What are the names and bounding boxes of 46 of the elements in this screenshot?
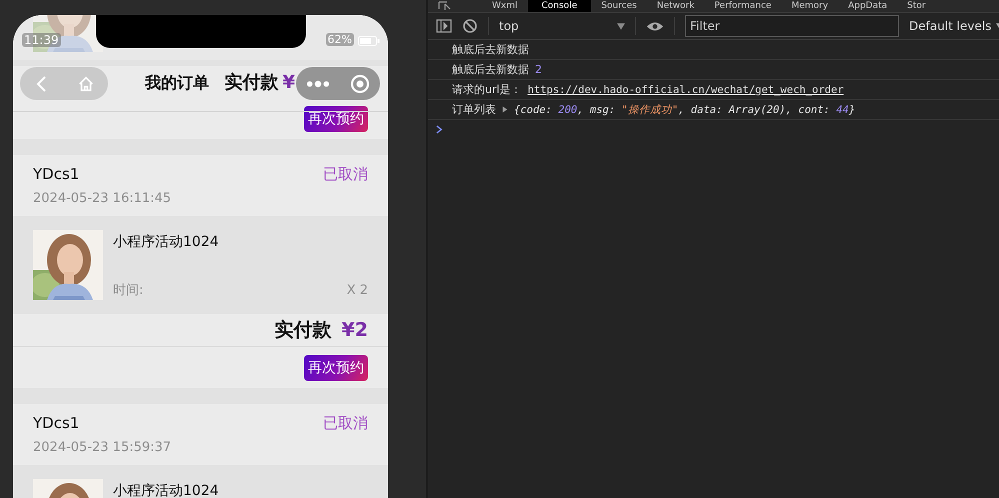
rebook-button[interactable]: 再次预约 bbox=[304, 354, 368, 380]
log-value: 2 bbox=[535, 63, 542, 76]
order-status: 已取消 bbox=[323, 164, 368, 184]
shop-name: YDcs1 bbox=[33, 413, 80, 433]
context-dropdown[interactable]: top bbox=[499, 19, 625, 33]
prompt-icon[interactable] bbox=[436, 124, 443, 134]
item-quantity: X 2 bbox=[346, 282, 368, 300]
rebook-button[interactable]: 再次预约 bbox=[304, 106, 368, 132]
log-message: 请求的url是： bbox=[452, 82, 522, 97]
page-title: 我的订单 bbox=[145, 73, 209, 94]
expand-icon[interactable] bbox=[502, 106, 508, 113]
log-link[interactable]: https://dev.hado-official.cn/wechat/get_wech_order bbox=[528, 84, 844, 96]
log-object: {code: 200, msg: "操作成功", data: Array(20), cont: 44} bbox=[514, 102, 856, 116]
filter-field[interactable]: Filter bbox=[685, 15, 899, 37]
inspect-icon[interactable] bbox=[438, 1, 452, 11]
total-amount: ¥2 bbox=[342, 319, 368, 341]
close-icon[interactable] bbox=[350, 74, 370, 94]
devtools-tab[interactable]: Wxml bbox=[482, 0, 528, 12]
total-label: 实付款 bbox=[274, 318, 332, 343]
order-date: 2024-05-23 16:11:45 bbox=[33, 190, 172, 208]
item-title: 小程序活动1024 bbox=[113, 233, 220, 252]
log-message: 触底后去新数据 bbox=[452, 42, 529, 57]
item-time-label: 时间: bbox=[113, 282, 144, 300]
context-value: top bbox=[499, 19, 519, 33]
order-status: 已取消 bbox=[323, 413, 368, 433]
more-icon[interactable] bbox=[306, 80, 330, 88]
clear-console-icon[interactable] bbox=[462, 18, 478, 34]
caret-icon bbox=[617, 22, 625, 30]
total-label: 实付款 bbox=[224, 71, 278, 94]
shop-name: YDcs1 bbox=[33, 164, 80, 184]
devtools-tab[interactable]: AppData bbox=[838, 0, 898, 12]
total-amount: ¥ bbox=[282, 72, 295, 92]
battery-level: 62% bbox=[326, 33, 354, 46]
devtools-tab[interactable]: Stor bbox=[897, 0, 936, 12]
devtools-tab[interactable]: Console bbox=[528, 0, 592, 12]
log-message: 触底后去新数据 bbox=[452, 62, 529, 77]
sidebar-icon[interactable] bbox=[436, 18, 452, 34]
devtools-tab[interactable]: Performance bbox=[704, 0, 782, 12]
devtools-tab[interactable]: Sources bbox=[591, 0, 647, 12]
devtools-tab[interactable]: Memory bbox=[781, 0, 838, 12]
devtools-tab[interactable]: Network bbox=[646, 0, 704, 12]
eye-icon[interactable] bbox=[646, 20, 664, 32]
order-date: 2024-05-23 15:59:37 bbox=[33, 439, 172, 457]
log-message: 订单列表 bbox=[452, 102, 496, 117]
status-time: 11:39 bbox=[22, 33, 61, 47]
item-title: 小程序活动1024 bbox=[113, 482, 220, 498]
